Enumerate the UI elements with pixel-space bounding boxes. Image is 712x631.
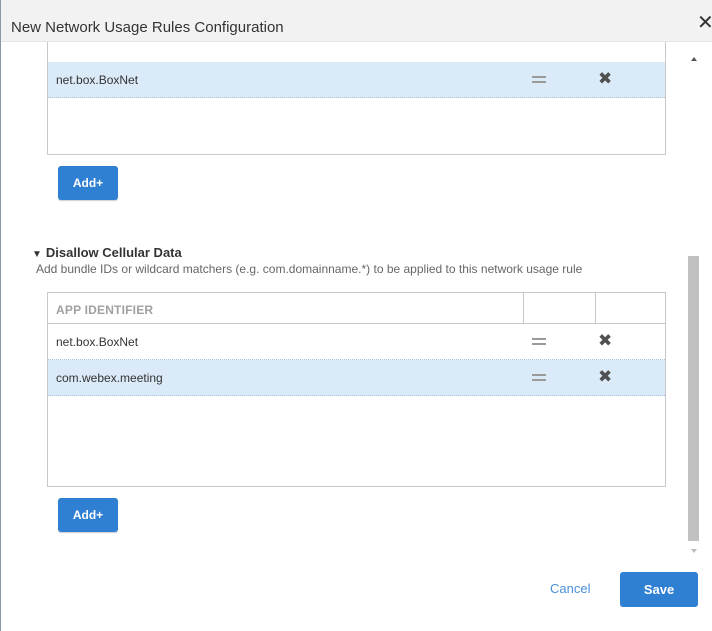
close-icon[interactable]: ✕ bbox=[697, 13, 712, 33]
dialog-footer: Cancel Save bbox=[1, 563, 712, 631]
delete-icon[interactable]: ✖ bbox=[598, 332, 612, 350]
scrollbar-thumb[interactable] bbox=[688, 256, 699, 541]
cancel-button[interactable]: Cancel bbox=[550, 581, 590, 596]
disallow-cellular-app-table: APP IDENTIFIER net.box.BoxNet ✖ com.webe… bbox=[47, 292, 666, 487]
column-divider bbox=[523, 293, 524, 324]
section-header: ▼ Disallow Cellular Data bbox=[32, 244, 182, 262]
app-identifier-cell: net.box.BoxNet bbox=[56, 335, 139, 349]
upper-app-table: net.box.BoxNet ✖ bbox=[47, 42, 666, 155]
section-title: Disallow Cellular Data bbox=[45, 245, 182, 260]
delete-icon[interactable]: ✖ bbox=[598, 368, 612, 386]
save-button[interactable]: Save bbox=[620, 572, 698, 607]
network-usage-rules-dialog: New Network Usage Rules Configuration ✕ … bbox=[0, 0, 712, 631]
drag-handle-icon[interactable] bbox=[532, 371, 546, 385]
table-row[interactable]: net.box.BoxNet ✖ bbox=[48, 62, 665, 98]
drag-handle-icon[interactable] bbox=[532, 73, 546, 87]
scroll-down-icon[interactable] bbox=[691, 549, 697, 553]
dialog-title: New Network Usage Rules Configuration bbox=[11, 19, 284, 36]
dialog-title-bar: New Network Usage Rules Configuration ✕ bbox=[1, 0, 712, 42]
add-app-button[interactable]: Add+ bbox=[58, 498, 118, 532]
delete-icon[interactable]: ✖ bbox=[598, 70, 612, 88]
scroll-up-icon[interactable] bbox=[691, 57, 697, 61]
collapse-toggle-icon[interactable]: ▼ bbox=[32, 249, 42, 260]
table-row[interactable]: com.webex.meeting ✖ bbox=[48, 360, 665, 396]
drag-handle-icon[interactable] bbox=[532, 335, 546, 349]
app-identifier-cell: net.box.BoxNet bbox=[56, 73, 139, 87]
add-app-button[interactable]: Add+ bbox=[58, 166, 118, 200]
table-header: APP IDENTIFIER bbox=[48, 293, 665, 324]
section-description: Add bundle IDs or wildcard matchers (e.g… bbox=[36, 262, 583, 276]
app-identifier-cell: com.webex.meeting bbox=[56, 371, 163, 385]
vertical-scrollbar[interactable] bbox=[685, 42, 705, 563]
dialog-content: net.box.BoxNet ✖ Add+ ▼ Disallow Cellular… bbox=[2, 42, 684, 563]
column-header-app-identifier: APP IDENTIFIER bbox=[56, 303, 154, 317]
table-row[interactable]: net.box.BoxNet ✖ bbox=[48, 324, 665, 360]
column-divider bbox=[595, 293, 596, 324]
